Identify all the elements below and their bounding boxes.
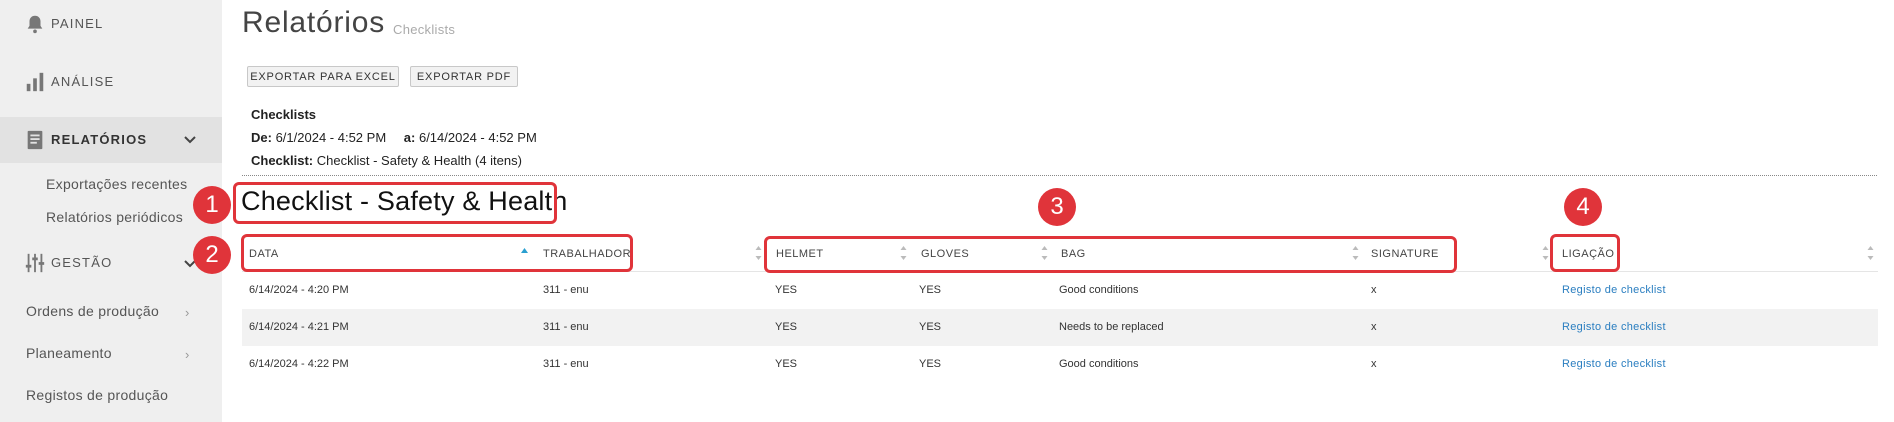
annotation-marker: 2 [193,236,231,274]
sidebar-item-label: ANÁLISE [51,74,115,89]
cell-data: 6/14/2024 - 4:21 PM [249,321,349,333]
sort-icon[interactable] [1866,244,1875,262]
export-pdf-button[interactable]: EXPORTAR PDF [410,66,518,87]
from-label: De: [251,130,272,145]
cell-gloves: YES [919,321,942,333]
cell-bag: Good conditions [1059,358,1139,370]
cell-signature: x [1371,358,1377,370]
to-value: 6/14/2024 - 4:52 PM [418,130,537,145]
cell-trabalhador: 311 - enu [543,321,589,333]
table-row: 6/14/2024 - 4:22 PM 311 - enu YES YES Go… [242,346,1878,383]
sort-icon[interactable] [1541,244,1550,262]
sidebar-item-ordens[interactable]: Ordens de produção [26,303,159,319]
annotation-marker: 4 [1564,188,1602,226]
annotation-box-checklist-items [764,236,1457,273]
report-checklist: Checklist: Checklist - Safety & Health (… [251,153,522,168]
checklist-record-link[interactable]: Registo de checklist [1562,358,1666,370]
cell-data: 6/14/2024 - 4:20 PM [249,284,349,296]
checklist-value: Checklist - Safety & Health (4 itens) [316,153,522,168]
sidebar-item-label: RELATÓRIOS [51,132,148,147]
sidebar-item-planeamento[interactable]: Planeamento [26,345,112,361]
divider [242,175,1877,176]
annotation-marker: 3 [1038,188,1076,226]
sidebar-item-relatorios[interactable]: RELATÓRIOS [0,117,222,163]
from-value: 6/1/2024 - 4:52 PM [275,130,387,145]
cell-signature: x [1371,284,1377,296]
cell-data: 6/14/2024 - 4:22 PM [249,358,349,370]
checklist-label: Checklist: [251,153,314,168]
cell-helmet: YES [775,358,798,370]
chevron-right-icon: › [185,347,190,362]
sidebar-subitem-exportacoes[interactable]: Exportações recentes [46,176,187,192]
cell-bag: Needs to be replaced [1059,321,1164,333]
annotation-box-link [1550,234,1620,272]
checklist-record-link[interactable]: Registo de checklist [1562,321,1666,333]
sidebar-item-painel[interactable]: PAINEL [0,6,222,42]
export-excel-button[interactable]: EXPORTAR PARA EXCEL [247,66,399,87]
page-title: Relatórios [242,6,386,39]
sidebar-item-label: GESTÃO [51,255,113,270]
page-subtitle: Checklists [393,22,456,37]
cell-signature: x [1371,321,1377,333]
table-row: 6/14/2024 - 4:20 PM 311 - enu YES YES Go… [242,272,1878,309]
annotation-box-title [233,182,557,224]
report-heading: Checklists [251,107,317,122]
cell-helmet: YES [775,284,798,296]
sidebar-item-gestao[interactable]: GESTÃO [0,245,222,281]
chevron-right-icon: › [185,305,190,320]
cell-gloves: YES [919,358,942,370]
sidebar-item-registos[interactable]: Registos de produção [26,387,168,403]
report-icon [27,130,43,150]
cell-trabalhador: 311 - enu [543,358,589,370]
sidebar-subitem-relatorios-periodicos[interactable]: Relatórios periódicos [46,209,183,225]
cell-helmet: YES [775,321,798,333]
chevron-down-icon [184,136,196,144]
cell-gloves: YES [919,284,942,296]
report-range: De: 6/1/2024 - 4:52 PM a: 6/14/2024 - 4:… [251,130,537,145]
sidebar: PAINEL ANÁLISE RELATÓRIOS Exportações re… [0,0,222,422]
cell-bag: Good conditions [1059,284,1139,296]
sliders-icon [25,253,45,273]
annotation-box-data-worker [241,234,633,272]
bell-icon [27,15,43,34]
sidebar-item-label: PAINEL [51,16,104,31]
to-label: a: [403,130,416,145]
cell-trabalhador: 311 - enu [543,284,589,296]
table-row: 6/14/2024 - 4:21 PM 311 - enu YES YES Ne… [242,309,1878,346]
sort-icon[interactable] [754,244,763,262]
sidebar-item-analise[interactable]: ANÁLISE [0,64,222,100]
checklist-record-link[interactable]: Registo de checklist [1562,284,1666,296]
bar-chart-icon [26,72,44,92]
annotation-marker: 1 [193,186,231,224]
